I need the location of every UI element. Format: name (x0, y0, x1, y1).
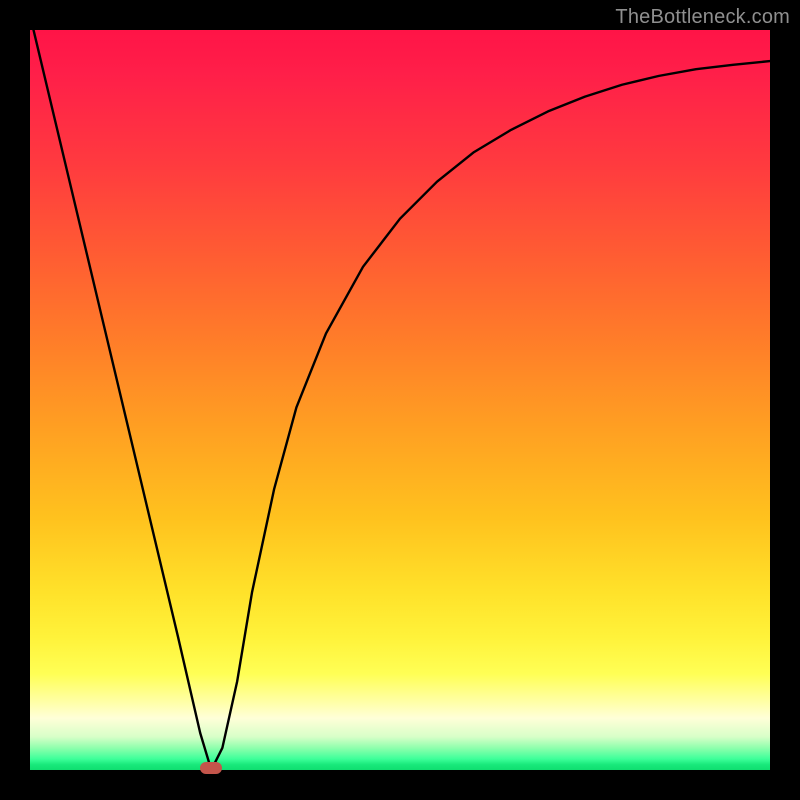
attribution-label: TheBottleneck.com (615, 6, 790, 29)
bottleneck-curve (30, 30, 770, 770)
chart-frame: TheBottleneck.com (0, 0, 800, 800)
minimum-marker (200, 762, 222, 774)
plot-area (30, 30, 770, 770)
